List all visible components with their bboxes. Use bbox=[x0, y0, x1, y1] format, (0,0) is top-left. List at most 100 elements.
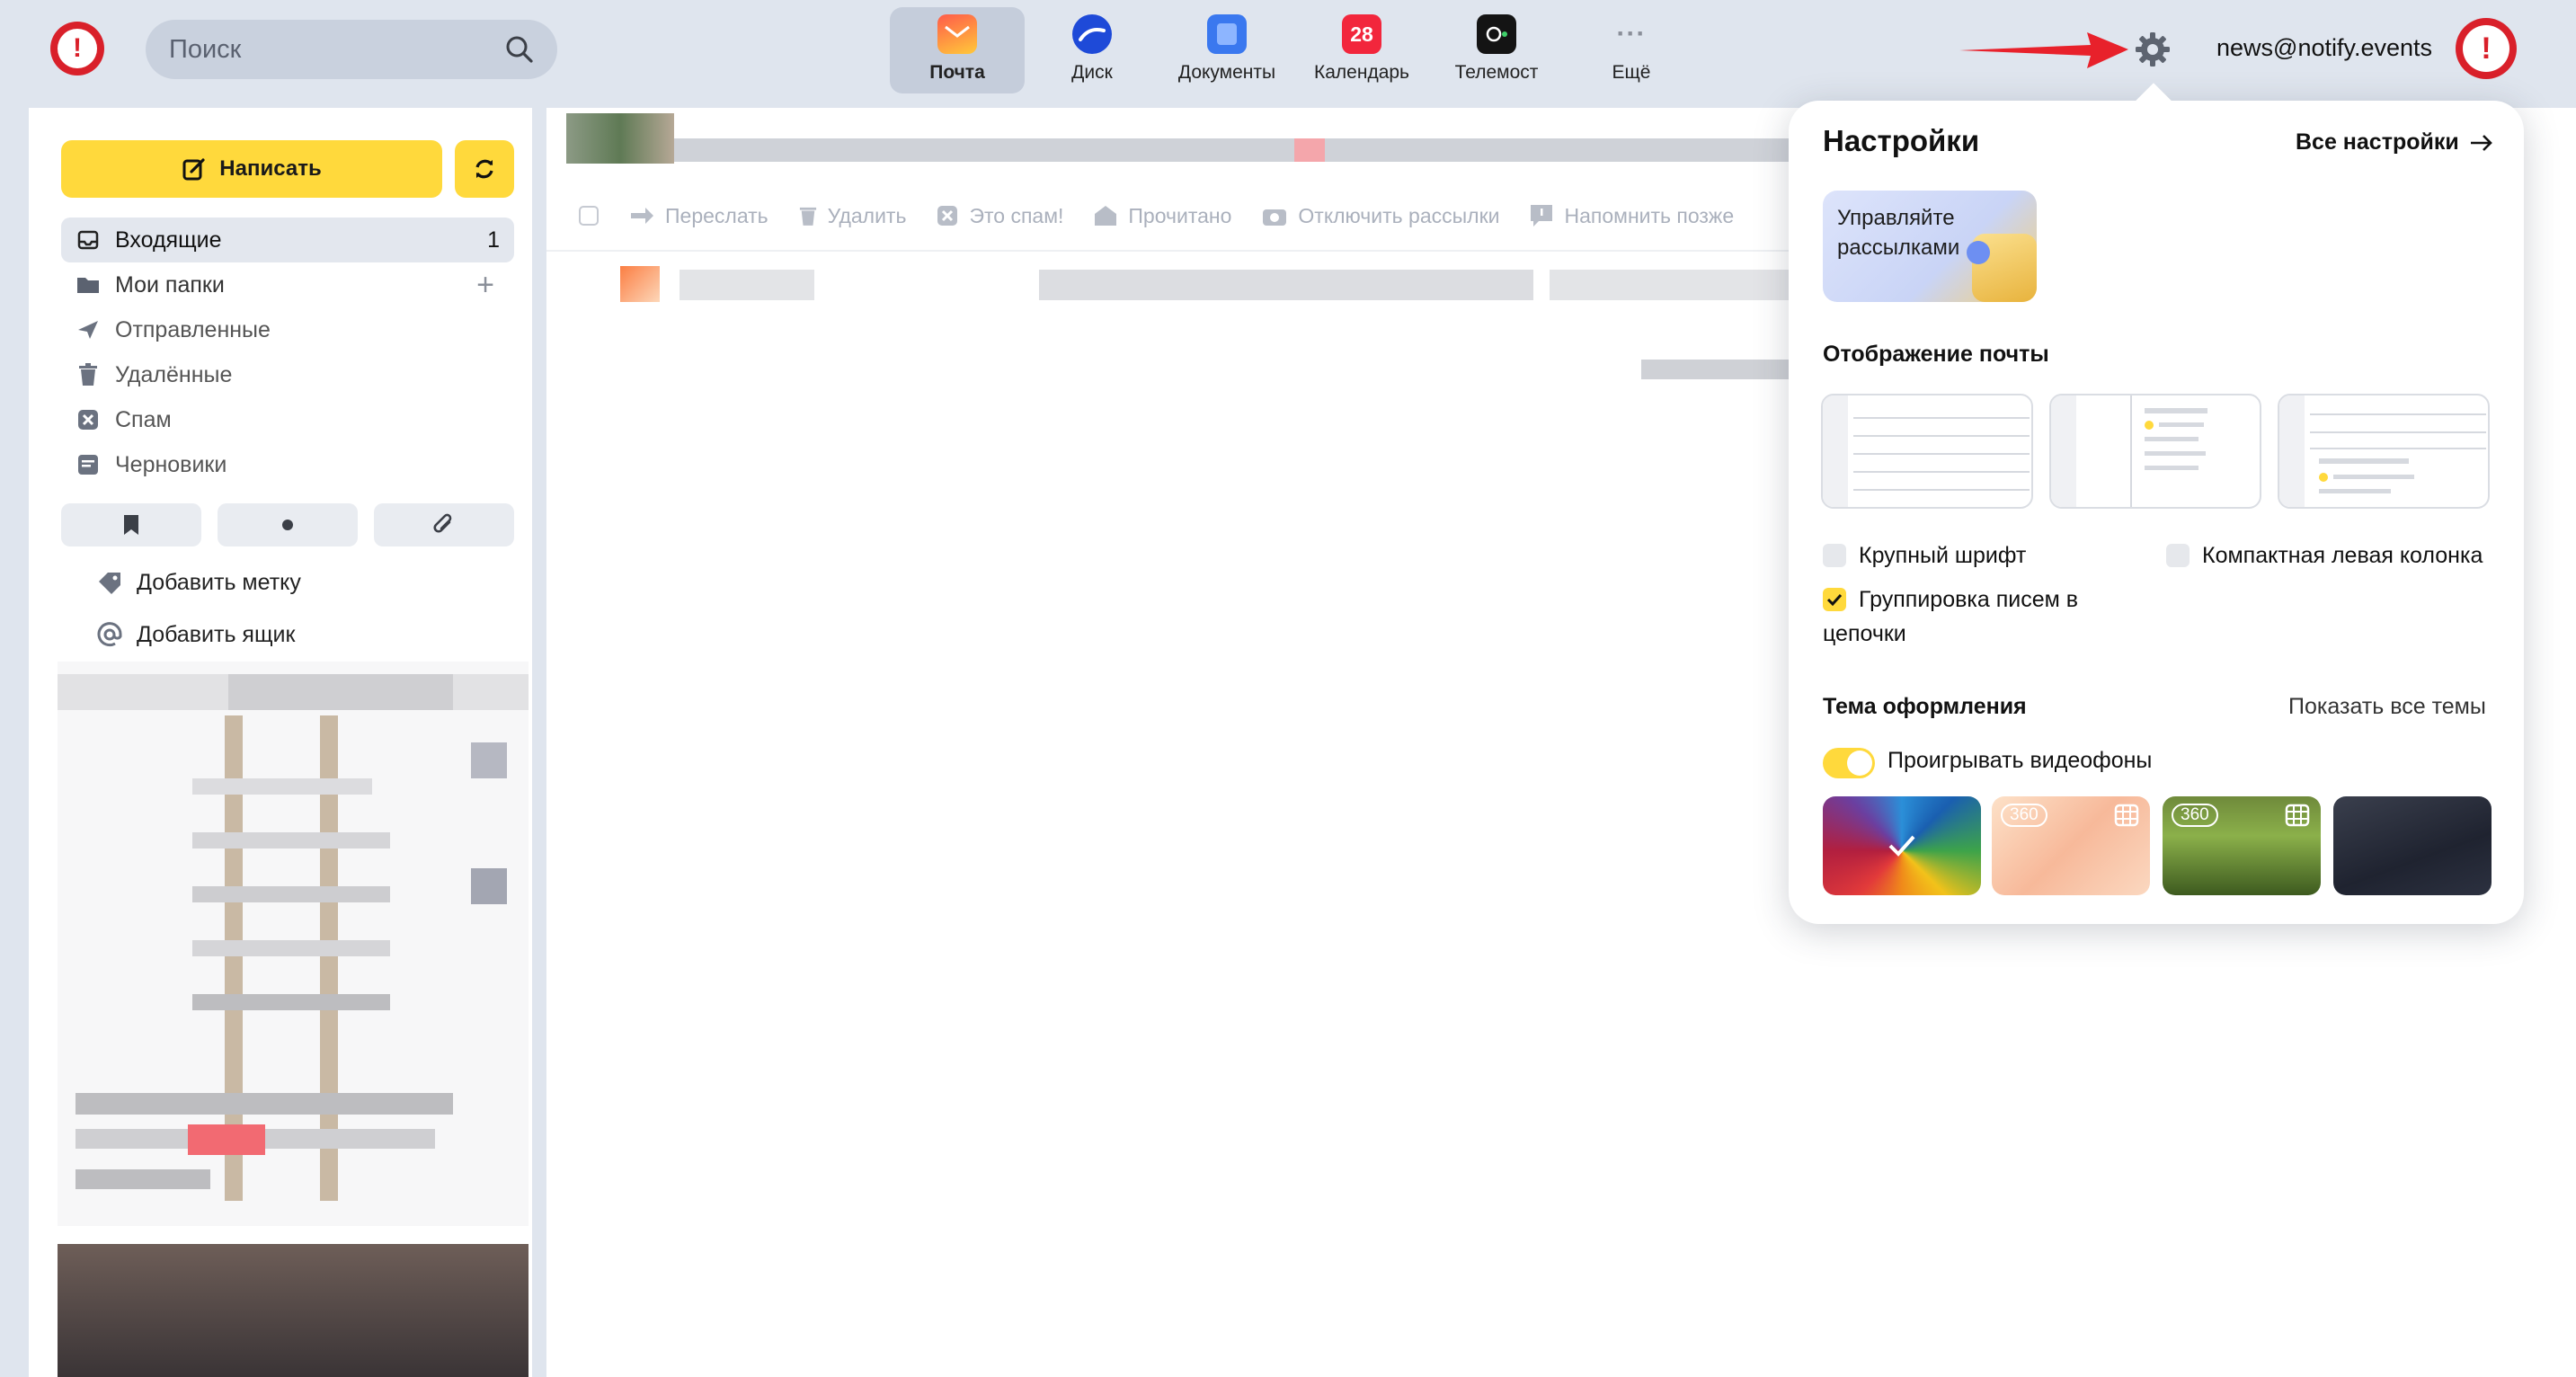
service-label: Календарь bbox=[1314, 62, 1409, 83]
folder-icon bbox=[76, 276, 101, 294]
red-arrow-to-gear-icon bbox=[1959, 32, 2128, 68]
services-nav: Почта Диск Документы 28 Календарь Телемо… bbox=[890, 7, 1699, 93]
service-more[interactable]: ··· Ещё bbox=[1564, 7, 1699, 93]
spam-icon bbox=[76, 409, 101, 431]
filter-unread-chip[interactable] bbox=[218, 503, 358, 546]
filter-important-chip[interactable] bbox=[61, 503, 201, 546]
compact-left-label: Компактная левая колонка bbox=[2202, 543, 2483, 568]
manage-subscriptions-card[interactable]: Управляйте рассылками bbox=[1823, 191, 2037, 302]
filter-attachments-chip[interactable] bbox=[374, 503, 514, 546]
service-label: Телемост bbox=[1454, 62, 1539, 83]
account-avatar[interactable]: ! bbox=[2456, 18, 2517, 79]
compact-left-checkbox[interactable] bbox=[2166, 544, 2190, 567]
forward-button[interactable]: Переслать bbox=[629, 204, 768, 228]
sent-icon bbox=[76, 319, 101, 341]
trash-icon bbox=[76, 363, 101, 386]
sidebar-ad-image[interactable] bbox=[58, 1244, 529, 1377]
search-input[interactable] bbox=[169, 34, 493, 65]
toolbar-divider bbox=[546, 250, 1805, 252]
disk-icon bbox=[1072, 14, 1112, 54]
mail-icon bbox=[937, 14, 977, 54]
message-row[interactable] bbox=[620, 262, 1807, 304]
refresh-button[interactable] bbox=[455, 140, 514, 198]
select-all-checkbox[interactable] bbox=[579, 206, 599, 226]
folder-my-folders[interactable]: Мои папки + bbox=[61, 262, 514, 307]
show-all-themes-link[interactable]: Показать все темы bbox=[2288, 694, 2486, 720]
theme-colorful-selected[interactable] bbox=[1823, 796, 1981, 895]
layout-option-list[interactable] bbox=[1821, 394, 2033, 509]
open-envelope-icon bbox=[1095, 206, 1117, 226]
theme-360-badge: 360 bbox=[2001, 804, 2047, 827]
trash-icon bbox=[799, 207, 816, 226]
blurred-text bbox=[1641, 360, 1807, 379]
large-font-checkbox[interactable] bbox=[1823, 544, 1846, 567]
grouping-label: Группировка писем в цепочки bbox=[1823, 587, 2079, 646]
all-settings-link[interactable]: Все настройки bbox=[2296, 129, 2493, 155]
bookmark-icon bbox=[124, 515, 138, 535]
folder-trash[interactable]: Удалённые bbox=[61, 352, 514, 397]
mark-read-button[interactable]: Прочитано bbox=[1094, 204, 1231, 228]
add-mailbox-link[interactable]: Добавить ящик bbox=[97, 615, 295, 654]
option-large-font[interactable]: Крупный шрифт bbox=[1823, 538, 2026, 573]
layout-option-split-vertical[interactable] bbox=[2049, 394, 2261, 509]
service-documents[interactable]: Документы bbox=[1159, 7, 1294, 93]
sidebar-ad-banner[interactable] bbox=[58, 662, 529, 1226]
service-mail[interactable]: Почта bbox=[890, 7, 1025, 93]
option-compact-left-column[interactable]: Компактная левая колонка bbox=[2166, 538, 2483, 573]
all-settings-label: Все настройки bbox=[2296, 129, 2459, 155]
yandex-360-logo[interactable]: ! bbox=[50, 22, 104, 76]
unsubscribe-icon bbox=[1263, 209, 1287, 226]
service-disk[interactable]: Диск bbox=[1025, 7, 1159, 93]
service-telemost[interactable]: Телемост bbox=[1429, 7, 1564, 93]
paperclip-icon bbox=[433, 513, 452, 533]
video-frame-icon bbox=[2114, 804, 2139, 827]
telemost-icon bbox=[1477, 14, 1516, 54]
tag-icon bbox=[99, 573, 120, 594]
layout-option-split-horizontal[interactable] bbox=[2278, 394, 2490, 509]
blurred-banner bbox=[566, 113, 1807, 164]
video-background-label: Проигрывать видеофоны bbox=[1888, 748, 2153, 773]
remind-later-button[interactable]: Напомнить позже bbox=[1530, 204, 1734, 228]
theme-grass-video[interactable]: 360 bbox=[2163, 796, 2321, 895]
logo-exclamation-icon: ! bbox=[58, 29, 97, 68]
folder-inbox[interactable]: Входящие 1 bbox=[61, 218, 514, 262]
service-calendar[interactable]: 28 Календарь bbox=[1294, 7, 1429, 93]
more-icon: ··· bbox=[1616, 19, 1647, 49]
folder-label: Отправленные bbox=[115, 316, 271, 342]
folder-drafts[interactable]: Черновики bbox=[61, 442, 514, 487]
add-label-link[interactable]: Добавить метку bbox=[97, 563, 301, 602]
video-background-toggle[interactable] bbox=[1823, 748, 1875, 778]
compose-icon bbox=[182, 158, 205, 181]
large-font-label: Крупный шрифт bbox=[1859, 543, 2027, 568]
theme-360-badge: 360 bbox=[2172, 804, 2218, 827]
mail-display-heading: Отображение почты bbox=[1823, 342, 2049, 367]
message-toolbar: Переслать Удалить Это спам! Прочитано От… bbox=[546, 189, 1734, 243]
theme-dark[interactable] bbox=[2333, 796, 2492, 895]
video-frame-icon bbox=[2285, 804, 2310, 827]
search-bar[interactable] bbox=[146, 20, 557, 79]
service-label: Документы bbox=[1177, 62, 1276, 83]
refresh-icon bbox=[475, 159, 493, 179]
selected-check-icon bbox=[1888, 835, 1915, 857]
folder-label: Черновики bbox=[115, 451, 227, 477]
add-label-text: Добавить метку bbox=[137, 569, 301, 595]
option-thread-grouping[interactable]: Группировка писем в цепочки bbox=[1823, 582, 2119, 651]
account-email[interactable]: news@notify.events bbox=[2216, 34, 2432, 62]
documents-icon bbox=[1207, 14, 1247, 54]
folder-label: Мои папки bbox=[115, 271, 225, 298]
folder-sent[interactable]: Отправленные bbox=[61, 307, 514, 352]
spam-icon bbox=[937, 206, 958, 226]
unread-count: 1 bbox=[487, 227, 500, 253]
delete-button[interactable]: Удалить bbox=[799, 204, 906, 228]
unsubscribe-button[interactable]: Отключить рассылки bbox=[1262, 204, 1499, 228]
folder-spam[interactable]: Спам bbox=[61, 397, 514, 442]
search-icon[interactable] bbox=[505, 35, 534, 64]
service-label: Ещё bbox=[1612, 62, 1651, 83]
settings-gear-button[interactable] bbox=[2134, 31, 2172, 68]
compose-button[interactable]: Написать bbox=[61, 140, 442, 198]
settings-title: Настройки bbox=[1823, 124, 1980, 157]
add-folder-icon[interactable]: + bbox=[476, 268, 494, 303]
spam-label: Это спам! bbox=[969, 203, 1064, 227]
theme-peach-video[interactable]: 360 bbox=[1992, 796, 2150, 895]
spam-button[interactable]: Это спам! bbox=[937, 204, 1063, 228]
